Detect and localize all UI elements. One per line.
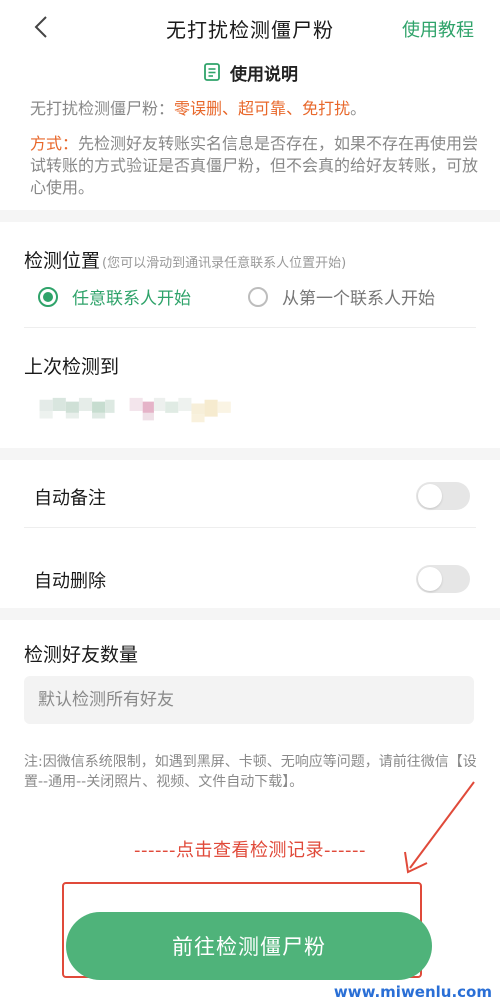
radio-label: 从第一个联系人开始 [282,289,435,309]
radio-option-first-contact[interactable]: 从第一个联系人开始 [248,284,435,309]
method-text: 先检测好友转账实名信息是否存在，如果不存在再使用尝试转账的方式验证是否真僵尸粉，… [30,134,479,197]
annotation-text: ------点击查看检测记录------ [134,840,366,861]
radio-label: 任意联系人开始 [72,289,191,309]
section-separator [0,608,500,620]
feature-no-disturb: 免打扰 [302,99,351,118]
summary-prefix: 无打扰检测僵尸粉： [30,99,175,118]
feature-separator: 、 [222,99,239,118]
auto-delete-toggle[interactable] [416,565,470,593]
document-icon [204,63,220,81]
auto-remark-label: 自动备注 [34,488,106,509]
back-button[interactable] [26,12,56,42]
radio-unchecked-icon[interactable] [248,286,268,307]
feature-no-mistake: 零误删 [174,99,223,118]
usage-heading-label: 使用说明 [230,64,298,85]
feature-summary: 无打扰检测僵尸粉：零误删、超可靠、免打扰。 [30,95,366,119]
method-description: 方式：先检测好友转账实名信息是否存在，如果不存在再使用尝试转账的方式验证是否真僵… [30,133,480,199]
feature-separator: 、 [286,99,303,118]
blurred-contact-name-image [39,397,231,423]
chevron-left-icon [34,16,47,38]
detect-position-label: 检测位置 [24,250,101,272]
detect-position-title: 检测位置 (您可以滑动到通讯录任意联系人位置开始) [24,246,346,273]
notice-text: 注:因微信系统限制，如遇到黑屏、卡顿、无响应等问题，请前往微信【设置--通用--… [24,754,477,790]
auto-remark-toggle[interactable] [416,482,470,510]
go-detect-button[interactable]: 前往检测僵尸粉 [66,912,432,980]
summary-end: 。 [350,99,367,118]
friend-count-title: 检测好友数量 [24,644,139,666]
radio-option-any-contact[interactable]: 任意联系人开始 [38,284,191,309]
radio-checked-icon[interactable] [38,286,58,307]
watermark-text: www.miwenlu.com [333,983,492,1001]
last-detected-title: 上次检测到 [24,356,120,378]
method-label: 方式： [30,134,79,153]
usage-heading: 使用说明 [0,56,500,84]
detect-position-hint: (您可以滑动到通讯录任意联系人位置开始) [102,256,347,271]
header-bar: 无打扰检测僵尸粉 使用教程 [0,0,500,56]
section-separator [0,448,500,460]
divider [24,527,476,528]
tutorial-link[interactable]: 使用教程 [402,16,474,42]
friend-count-input[interactable] [24,676,474,724]
section-separator [0,210,500,222]
divider [24,327,476,328]
auto-delete-label: 自动删除 [34,571,106,592]
feature-reliable: 超可靠 [238,99,287,118]
page-title: 无打扰检测僵尸粉 [166,17,334,42]
